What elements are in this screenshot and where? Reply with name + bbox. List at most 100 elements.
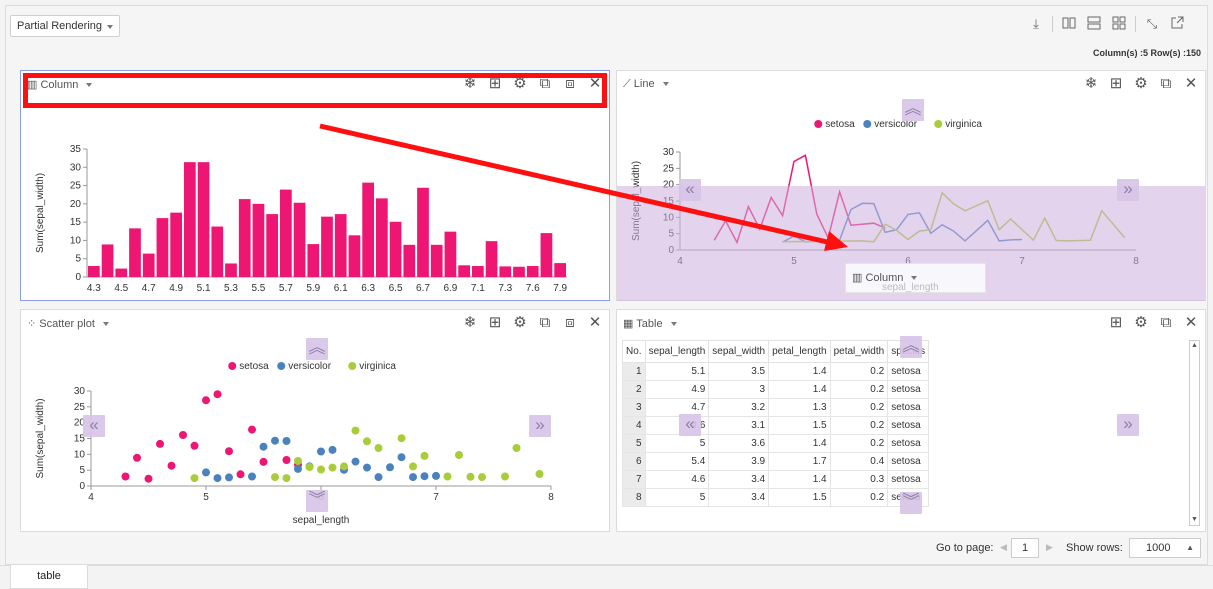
table-cell[interactable]: 0.2 — [829, 416, 889, 435]
table-row[interactable]: 1 5.1 3.5 1.4 0.2 setosa — [622, 362, 930, 381]
table-cell[interactable]: 5.4 — [644, 452, 710, 471]
table-row[interactable]: 2 4.9 3 1.4 0.2 setosa — [622, 380, 930, 399]
row-number-cell[interactable]: 5 — [622, 434, 646, 453]
table-cell[interactable]: 1.3 — [768, 398, 831, 417]
row-number-cell[interactable]: 1 — [622, 362, 646, 381]
table-cell[interactable]: setosa — [887, 380, 930, 399]
chart-settings-icon[interactable]: ⚙ — [1133, 75, 1149, 93]
table-cell[interactable]: 3.5 — [708, 362, 770, 381]
table-cell[interactable]: 0.2 — [829, 434, 889, 453]
column-header[interactable]: sepal_length — [644, 340, 710, 363]
table-cell[interactable]: 3 — [708, 380, 770, 399]
table-row[interactable]: 5 5 3.6 1.4 0.2 setosa — [622, 434, 930, 453]
column-chart-panel[interactable]: ▥ Column ❄ ⊞ ⚙ ⧉ ⧈ ✕ 0 5 10 15 20 25 30 35 Sum(s… — [20, 70, 610, 301]
table-cell[interactable]: 3.4 — [708, 488, 770, 507]
scroll-down-icon[interactable]: ▼ — [1191, 516, 1198, 524]
column-header[interactable]: sepal_width — [708, 340, 770, 363]
panel-title[interactable]: ▦ Table — [623, 317, 677, 330]
table-cell[interactable]: 3.2 — [708, 398, 770, 417]
table-cell[interactable]: 4.6 — [644, 470, 710, 489]
download-icon[interactable]: ⤓ — [1028, 16, 1044, 32]
column-header[interactable]: petal_length — [768, 340, 831, 363]
table-cell[interactable]: setosa — [887, 434, 930, 453]
table-cell[interactable]: 3.4 — [708, 470, 770, 489]
table-row[interactable]: 853.41.50.2setosa — [622, 488, 930, 507]
table-cell[interactable]: 0.2 — [829, 488, 889, 507]
data-table[interactable]: No. sepal_length sepal_width petal_length pe… — [622, 340, 930, 507]
table-row[interactable]: 3 4.7 3.2 1.3 0.2 setosa — [622, 398, 930, 417]
table-cell[interactable]: 0.2 — [829, 362, 889, 381]
split-columns-icon[interactable] — [1061, 16, 1077, 32]
close-icon[interactable]: ✕ — [1183, 75, 1199, 93]
popout-icon[interactable] — [1169, 16, 1185, 32]
table-row[interactable]: 6 5.4 3.9 1.7 0.4 setosa — [622, 452, 930, 471]
table-cell[interactable]: 5.1 — [644, 362, 710, 381]
copy-icon[interactable]: ⧉ — [537, 314, 553, 332]
row-number-cell[interactable]: 2 — [622, 380, 646, 399]
table-cell[interactable]: 1.4 — [768, 470, 831, 489]
scroll-up-icon[interactable]: ▲ — [1191, 342, 1198, 350]
row-number-cell[interactable]: 6 — [622, 452, 646, 471]
table-cell[interactable]: 0.2 — [829, 380, 889, 399]
tab-table[interactable]: table — [10, 565, 88, 589]
table-row[interactable]: 44.63.11.50.2setosa — [622, 416, 930, 435]
add-column-icon[interactable]: ⊞ — [1108, 75, 1124, 93]
add-column-icon[interactable]: ⊞ — [1108, 314, 1124, 332]
table-cell[interactable]: setosa — [887, 470, 930, 489]
table-cell[interactable]: 1.5 — [768, 416, 831, 435]
panel-title[interactable]: ⟋ Line — [623, 78, 669, 91]
table-cell[interactable]: setosa — [887, 416, 930, 435]
next-page-icon[interactable]: ▶ — [1046, 542, 1053, 553]
table-cell[interactable]: 0.2 — [829, 398, 889, 417]
x-tick-label: 6.7 — [416, 283, 430, 294]
table-cell[interactable]: 1.7 — [768, 452, 831, 471]
table-cell[interactable]: 1.5 — [768, 488, 831, 507]
table-cell[interactable]: 3.9 — [708, 452, 770, 471]
column-header[interactable]: petal_width — [829, 340, 889, 363]
table-cell[interactable]: 3.6 — [708, 434, 770, 453]
page-input[interactable]: 1 — [1011, 538, 1039, 558]
rows-per-page-select[interactable]: 1000 ▲ — [1129, 538, 1201, 558]
vertical-scrollbar[interactable]: ▲ ▼ — [1189, 340, 1200, 526]
chart-settings-icon[interactable]: ⚙ — [512, 314, 528, 332]
rendering-mode-select[interactable]: Partial Rendering — [10, 15, 120, 37]
row-number-cell[interactable]: 4 — [622, 416, 646, 435]
table-cell[interactable]: 1.4 — [768, 434, 831, 453]
snowflake-icon[interactable]: ❄ — [1083, 75, 1099, 93]
duplicate-icon[interactable]: ⧈ — [562, 314, 578, 332]
column-header[interactable]: No. — [622, 340, 646, 363]
snowflake-icon[interactable]: ❄ — [462, 314, 478, 332]
table-cell[interactable]: 0.4 — [829, 452, 889, 471]
panel-header[interactable]: ⁘ Scatter plot ❄ ⊞ ⚙ ⧉ ⧈ ✕ — [21, 310, 609, 336]
grid-layout-icon[interactable] — [1111, 16, 1127, 32]
panel-header[interactable]: ▦ Table ⊞ ⚙ ⧉ ✕ — [617, 310, 1205, 336]
add-column-icon[interactable]: ⊞ — [487, 314, 503, 332]
row-number-cell[interactable]: 8 — [622, 488, 646, 507]
table-cell[interactable]: 1.4 — [768, 362, 831, 381]
panel-header[interactable]: ⟋ Line ❄ ⊞ ⚙ ⧉ ✕ — [617, 71, 1205, 97]
table-cell[interactable]: 0.3 — [829, 470, 889, 489]
table-panel[interactable]: ▦ Table ⊞ ⚙ ⧉ ✕ No. sepal_length sepal_wid… — [616, 309, 1206, 532]
copy-icon[interactable]: ⧉ — [1158, 314, 1174, 332]
collapse-icon[interactable]: ⤡ — [1144, 16, 1160, 32]
close-icon[interactable]: ✕ — [587, 314, 603, 332]
line-chart-panel[interactable]: ⟋ Line ❄ ⊞ ⚙ ⧉ ✕ setosa versicolor virgini… — [616, 70, 1206, 301]
table-cell[interactable]: 5 — [644, 434, 710, 453]
table-cell[interactable]: 3.1 — [708, 416, 770, 435]
table-cell[interactable]: setosa — [887, 398, 930, 417]
prev-page-icon[interactable]: ◀ — [1000, 542, 1007, 553]
panel-title[interactable]: ⁘ Scatter plot — [27, 317, 109, 330]
table-cell[interactable]: 5 — [644, 488, 710, 507]
copy-icon[interactable]: ⧉ — [1158, 75, 1174, 93]
table-row[interactable]: 7 4.6 3.4 1.4 0.3 setosa — [622, 470, 930, 489]
scatter-chart-panel[interactable]: ⁘ Scatter plot ❄ ⊞ ⚙ ⧉ ⧈ ✕ setosa versico… — [20, 309, 610, 532]
table-cell[interactable]: setosa — [887, 362, 930, 381]
table-cell[interactable]: 4.9 — [644, 380, 710, 399]
table-cell[interactable]: 1.4 — [768, 380, 831, 399]
table-cell[interactable]: setosa — [887, 452, 930, 471]
split-rows-icon[interactable] — [1086, 16, 1102, 32]
chart-settings-icon[interactable]: ⚙ — [1133, 314, 1149, 332]
row-number-cell[interactable]: 3 — [622, 398, 646, 417]
row-number-cell[interactable]: 7 — [622, 470, 646, 489]
close-icon[interactable]: ✕ — [1183, 314, 1199, 332]
